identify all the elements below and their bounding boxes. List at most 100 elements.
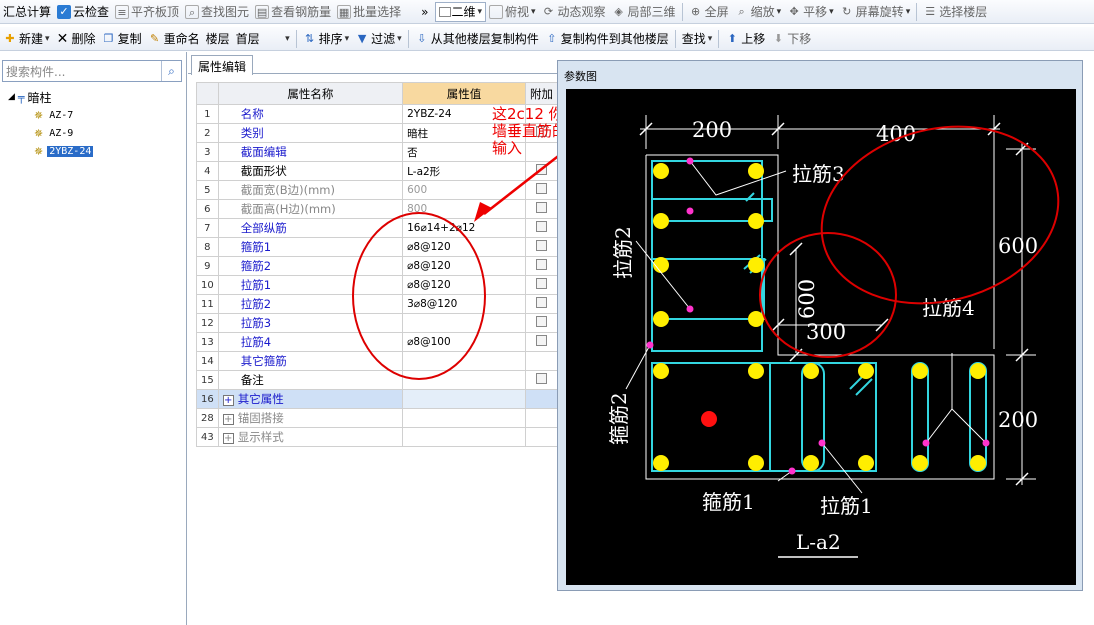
move-up-button[interactable]: ⬆ 上移 [722, 28, 768, 50]
divider [674, 29, 676, 48]
divider [681, 2, 683, 21]
chevron-down-icon: ▾ [344, 33, 350, 44]
property-value-cell[interactable] [402, 389, 526, 409]
view-mode-select[interactable]: 二维 ▾ [435, 1, 486, 22]
component-icon: ✵ [34, 108, 44, 122]
dim-top-left: 200 [692, 118, 732, 142]
top-view-icon [488, 4, 503, 19]
property-name-header: 属性名称 [217, 82, 404, 105]
property-name: 拉筋2 [240, 297, 272, 311]
component-icon: ✵ [34, 144, 44, 158]
dim-inner-horizontal: 300 [806, 320, 846, 344]
table-row[interactable]: 16 + 其它属性 [196, 389, 559, 409]
dim-inner-vertical: 600 [795, 279, 819, 319]
checkbox[interactable] [535, 316, 547, 327]
property-name: 备注 [240, 373, 264, 387]
extra-cell [524, 370, 559, 390]
view-rebar-button[interactable]: ▤ 查看钢筋量 [252, 1, 334, 23]
property-name: 其它属性 [237, 392, 284, 406]
expand-icon[interactable]: + [222, 433, 234, 444]
cloud-check-button[interactable]: ✓ 云检查 [54, 1, 112, 23]
property-value-cell[interactable] [402, 427, 526, 447]
property-name: 拉筋3 [240, 316, 272, 330]
property-name: 显示样式 [237, 430, 284, 444]
label-tie4: 拉筋4 [922, 296, 975, 320]
property-value-header: 属性值 [402, 82, 526, 105]
row-number-header [196, 82, 219, 105]
dim-right-lower: 200 [998, 408, 1038, 432]
divider [407, 29, 409, 48]
extra-cell [524, 237, 559, 257]
property-name-cell: 类别 [217, 123, 404, 143]
table-row[interactable]: 15 备注 [196, 370, 559, 390]
move-down-button[interactable]: ⬇ 下移 [768, 28, 814, 50]
checkbox[interactable] [535, 259, 547, 270]
zoom-icon: ⌕ [738, 4, 745, 18]
tree-item[interactable]: ✵ AZ-9 [8, 124, 93, 142]
search-box[interactable]: 搜索构件... ⌕ [2, 60, 182, 82]
section-drawing: 200 400 600 200 300 600 拉筋3 拉筋2 拉筋4 箍筋2 … [607, 115, 1060, 558]
component-toolbar: ✚ 新建 ▾ ✕ 删除 ❐ 复制 ✎ 重命名 楼层 首层 ▾ ⇅ 排序 ▾ ▼ 过滤 ▾ ⇩ 从其他楼… [0, 27, 1094, 51]
search-icon[interactable]: ⌕ [161, 61, 181, 81]
chevron-down-icon: ▾ [477, 6, 482, 17]
checkbox[interactable] [535, 335, 547, 346]
chevron-down-icon: ▾ [905, 6, 911, 17]
row-number: 7 [196, 218, 219, 238]
component-icon: ✵ [34, 126, 44, 140]
overflow-button[interactable]: » [418, 1, 431, 23]
rename-button[interactable]: ✎ 重命名 [145, 28, 203, 50]
top-view-button[interactable]: 俯视 ▾ [486, 1, 539, 23]
chevron-down-icon: ▾ [397, 33, 402, 44]
sort-button[interactable]: ⇅ 排序 ▾ [300, 28, 353, 50]
extra-cell [524, 256, 559, 276]
collapse-icon[interactable]: ◢ [8, 92, 15, 102]
table-row[interactable]: 28 + 锚固搭接 [196, 408, 559, 428]
component-tree: ◢ ╤ 暗柱 ✵ AZ-7 ✵ AZ-9 ✵ 2YBZ-24 [8, 88, 94, 160]
align-top-button[interactable]: ≡ 平齐板顶 [112, 1, 182, 23]
floor-select[interactable]: 首层 ▾ [233, 28, 293, 50]
local-3d-button[interactable]: ◈ 局部三维 [609, 1, 679, 23]
row-number: 6 [196, 199, 219, 219]
property-name: 类别 [240, 126, 264, 140]
expand-icon[interactable]: + [222, 414, 234, 425]
tab-property-edit[interactable]: 属性编辑 [191, 55, 254, 75]
parameter-diagram-window[interactable]: 参数图 200 400 600 200 300 600 拉筋3 拉筋2 拉筋4 … [557, 60, 1083, 591]
copy-button[interactable]: ❐ 复制 [99, 28, 145, 50]
rotate-screen-button[interactable]: ↻ 屏幕旋转 ▾ [837, 1, 914, 23]
chevron-down-icon: ▾ [776, 6, 782, 17]
row-number: 10 [196, 275, 219, 295]
fullscreen-button[interactable]: ⊕ 全屏 [686, 1, 732, 23]
find-button[interactable]: 查找 ▾ [679, 28, 716, 50]
column-icon: ╤ [17, 90, 25, 104]
orbit-button[interactable]: ⟳ 动态观察 [539, 1, 609, 23]
sum-button[interactable]: 汇总计算 [0, 1, 54, 23]
table-row[interactable]: 43 + 显示样式 [196, 427, 559, 447]
checkbox[interactable] [535, 297, 547, 308]
copy-from-floor-button[interactable]: ⇩ 从其他楼层复制构件 [412, 28, 542, 50]
pan-button[interactable]: ✥ 平移 ▾ [784, 1, 837, 23]
find-element-button[interactable]: ⌕ 查找图元 [182, 1, 252, 23]
local-3d-icon: ◈ [614, 4, 623, 18]
tree-root[interactable]: ◢ ╤ 暗柱 [8, 88, 93, 106]
label-stirrup2: 箍筋2 [607, 392, 631, 445]
property-name: 拉筋4 [240, 335, 272, 349]
property-value-cell[interactable] [402, 408, 526, 428]
filter-button[interactable]: ▼ 过滤 ▾ [352, 28, 405, 50]
label-tie1: 拉筋1 [820, 494, 873, 518]
pan-icon: ✥ [789, 4, 799, 18]
new-button[interactable]: ✚ 新建 ▾ [0, 28, 53, 50]
property-name: 截面宽(B边)(mm) [240, 183, 335, 197]
checkbox[interactable] [535, 373, 547, 384]
zoom-button[interactable]: ⌕ 缩放 ▾ [732, 1, 785, 23]
property-name: 箍筋2 [240, 259, 272, 273]
tree-item-selected[interactable]: ✵ 2YBZ-24 [8, 142, 94, 160]
delete-button[interactable]: ✕ 删除 [53, 28, 99, 50]
tree-item[interactable]: ✵ AZ-7 [8, 106, 93, 124]
checkbox[interactable] [535, 278, 547, 289]
search-input[interactable]: 搜索构件... [3, 63, 161, 80]
batch-select-button[interactable]: ▦ 批量选择 [334, 1, 404, 23]
select-floor-button[interactable]: ☰ 选择楼层 [920, 1, 990, 23]
checkbox[interactable] [535, 240, 547, 251]
copy-to-floor-button[interactable]: ⇧ 复制构件到其他楼层 [542, 28, 672, 50]
expand-icon[interactable]: + [222, 395, 234, 406]
